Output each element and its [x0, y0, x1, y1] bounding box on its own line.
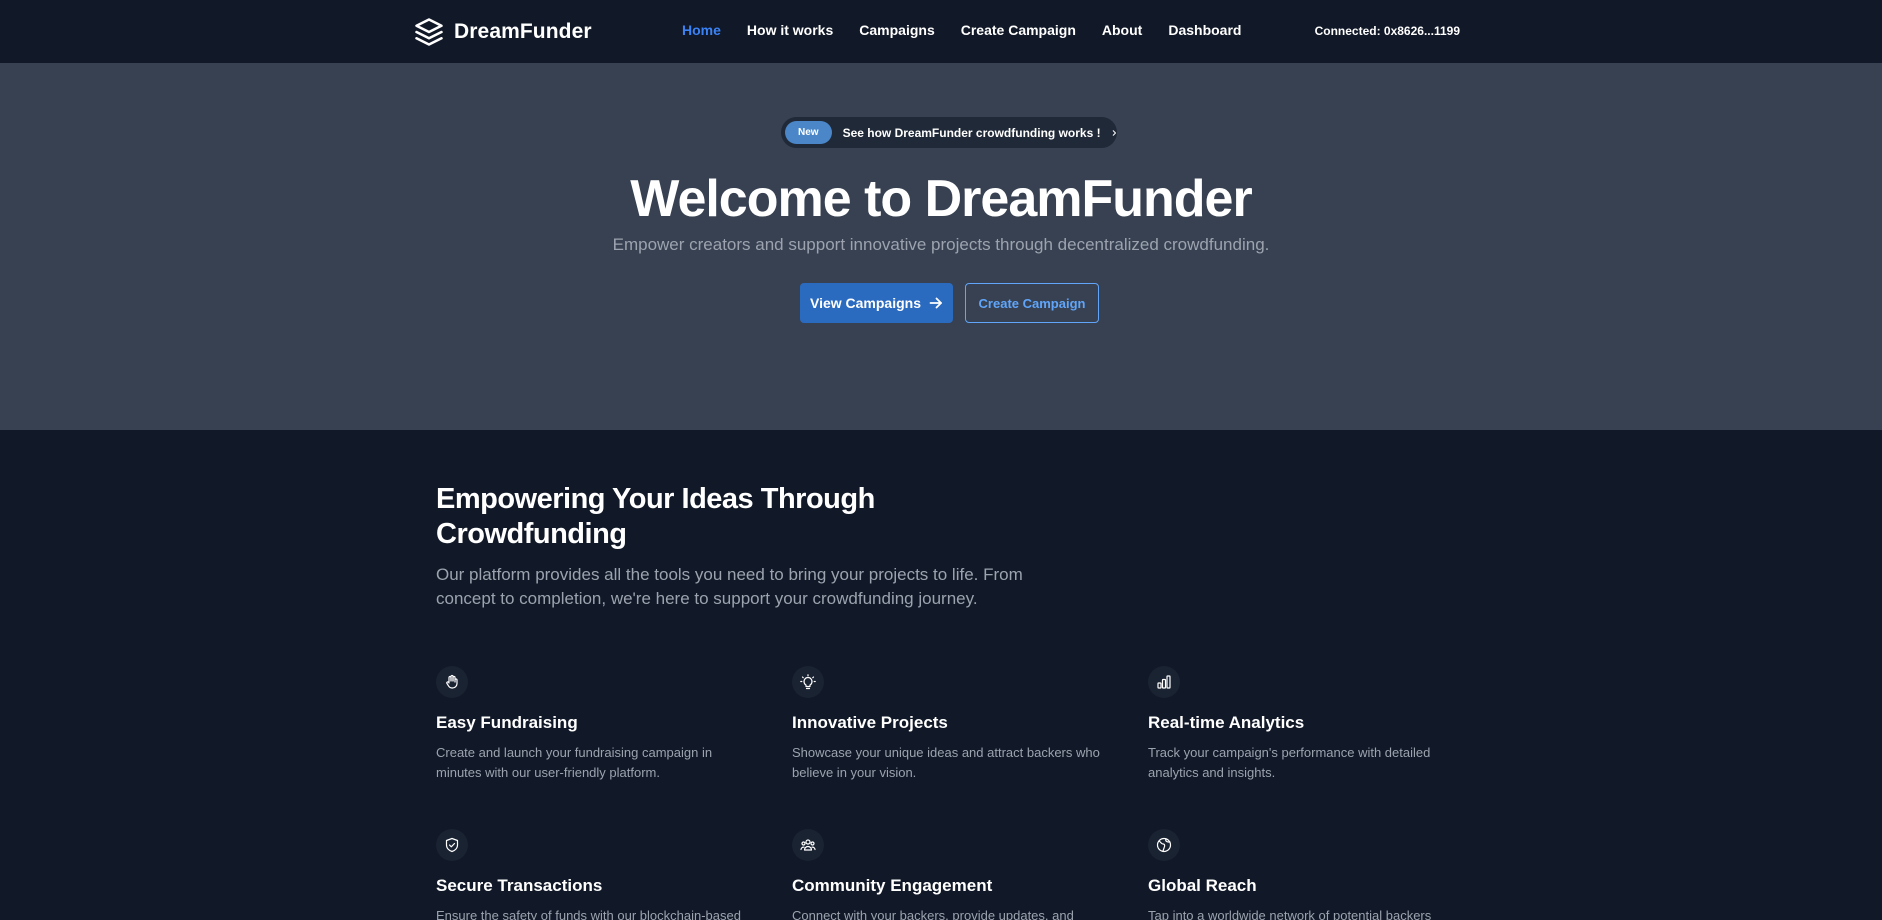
chevron-right-icon: [1112, 129, 1116, 136]
hand-icon: [446, 674, 458, 689]
nav-link-about[interactable]: About: [1102, 22, 1142, 38]
new-badge: New: [785, 121, 832, 144]
features-section: Empowering Your Ideas Through Crowdfundi…: [0, 430, 1882, 920]
hero-section: New See how DreamFunder crowdfunding wor…: [0, 63, 1882, 430]
feature-desc: Track your campaign's performance with d…: [1148, 745, 1431, 780]
nav-link-campaigns[interactable]: Campaigns: [859, 22, 934, 38]
view-campaigns-label: View Campaigns: [809, 295, 921, 311]
feature-desc: Showcase your unique ideas and attract b…: [792, 745, 1100, 780]
view-campaigns-button[interactable]: View Campaigns: [800, 283, 953, 323]
feature-desc: Create and launch your fundraising campa…: [436, 745, 713, 780]
feature-card-secure-transactions: Secure Transactions Ensure the safety of…: [436, 829, 756, 920]
globe-icon: [1156, 837, 1172, 853]
hero-subtitle: Empower creators and support innovative …: [612, 235, 1270, 254]
features-subtitle: Our platform provides all the tools you …: [436, 565, 1023, 608]
feature-title: Secure Transactions: [436, 876, 603, 895]
logo-text: DreamFunder: [454, 20, 592, 43]
feature-desc: Connect with your backers, provide updat…: [792, 908, 1074, 920]
create-campaign-button[interactable]: Create Campaign: [965, 283, 1099, 323]
layers-icon: [415, 18, 443, 46]
feature-desc: Tap into a worldwide network of potentia…: [1148, 908, 1432, 920]
feature-title: Innovative Projects: [792, 713, 948, 732]
bar-chart-icon: [1157, 675, 1171, 689]
feature-title: Easy Fundraising: [436, 713, 578, 732]
wallet-status[interactable]: Connected: 0x8626...1199: [1315, 24, 1460, 38]
shield-check-icon: [445, 837, 459, 853]
feature-card-easy-fundraising: Easy Fundraising Create and launch your …: [436, 666, 756, 783]
lightbulb-icon: [800, 674, 816, 690]
hero-title: Welcome to DreamFunder: [630, 170, 1252, 228]
nav-link-home[interactable]: Home: [682, 22, 721, 38]
nav-link-create-campaign[interactable]: Create Campaign: [961, 22, 1076, 38]
users-icon: [800, 839, 816, 851]
nav-link-how-it-works[interactable]: How it works: [747, 22, 833, 38]
announcement-text: See how DreamFunder crowdfunding works !: [842, 125, 1101, 140]
feature-card-innovative-projects: Innovative Projects Showcase your unique…: [792, 666, 1112, 783]
top-navbar: DreamFunder Home How it works Campaigns …: [0, 0, 1882, 63]
nav-links: Home How it works Campaigns Create Campa…: [682, 22, 1241, 38]
feature-title: Community Engagement: [792, 876, 993, 895]
announcement-pill[interactable]: New See how DreamFunder crowdfunding wor…: [781, 117, 1117, 148]
feature-title: Global Reach: [1148, 876, 1257, 895]
feature-card-real-time-analytics: Real-time Analytics Track your campaign'…: [1148, 666, 1468, 783]
feature-card-community-engagement: Community Engagement Connect with your b…: [792, 829, 1112, 920]
arrow-right-icon: [929, 297, 942, 309]
nav-link-dashboard[interactable]: Dashboard: [1168, 22, 1241, 38]
feature-desc: Ensure the safety of funds with our bloc…: [436, 908, 741, 920]
features-title: Empowering Your Ideas Through Crowdfundi…: [436, 483, 875, 550]
feature-title: Real-time Analytics: [1148, 713, 1305, 732]
feature-card-global-reach: Global Reach Tap into a worldwide networ…: [1148, 829, 1468, 920]
logo[interactable]: DreamFunder: [414, 17, 592, 47]
